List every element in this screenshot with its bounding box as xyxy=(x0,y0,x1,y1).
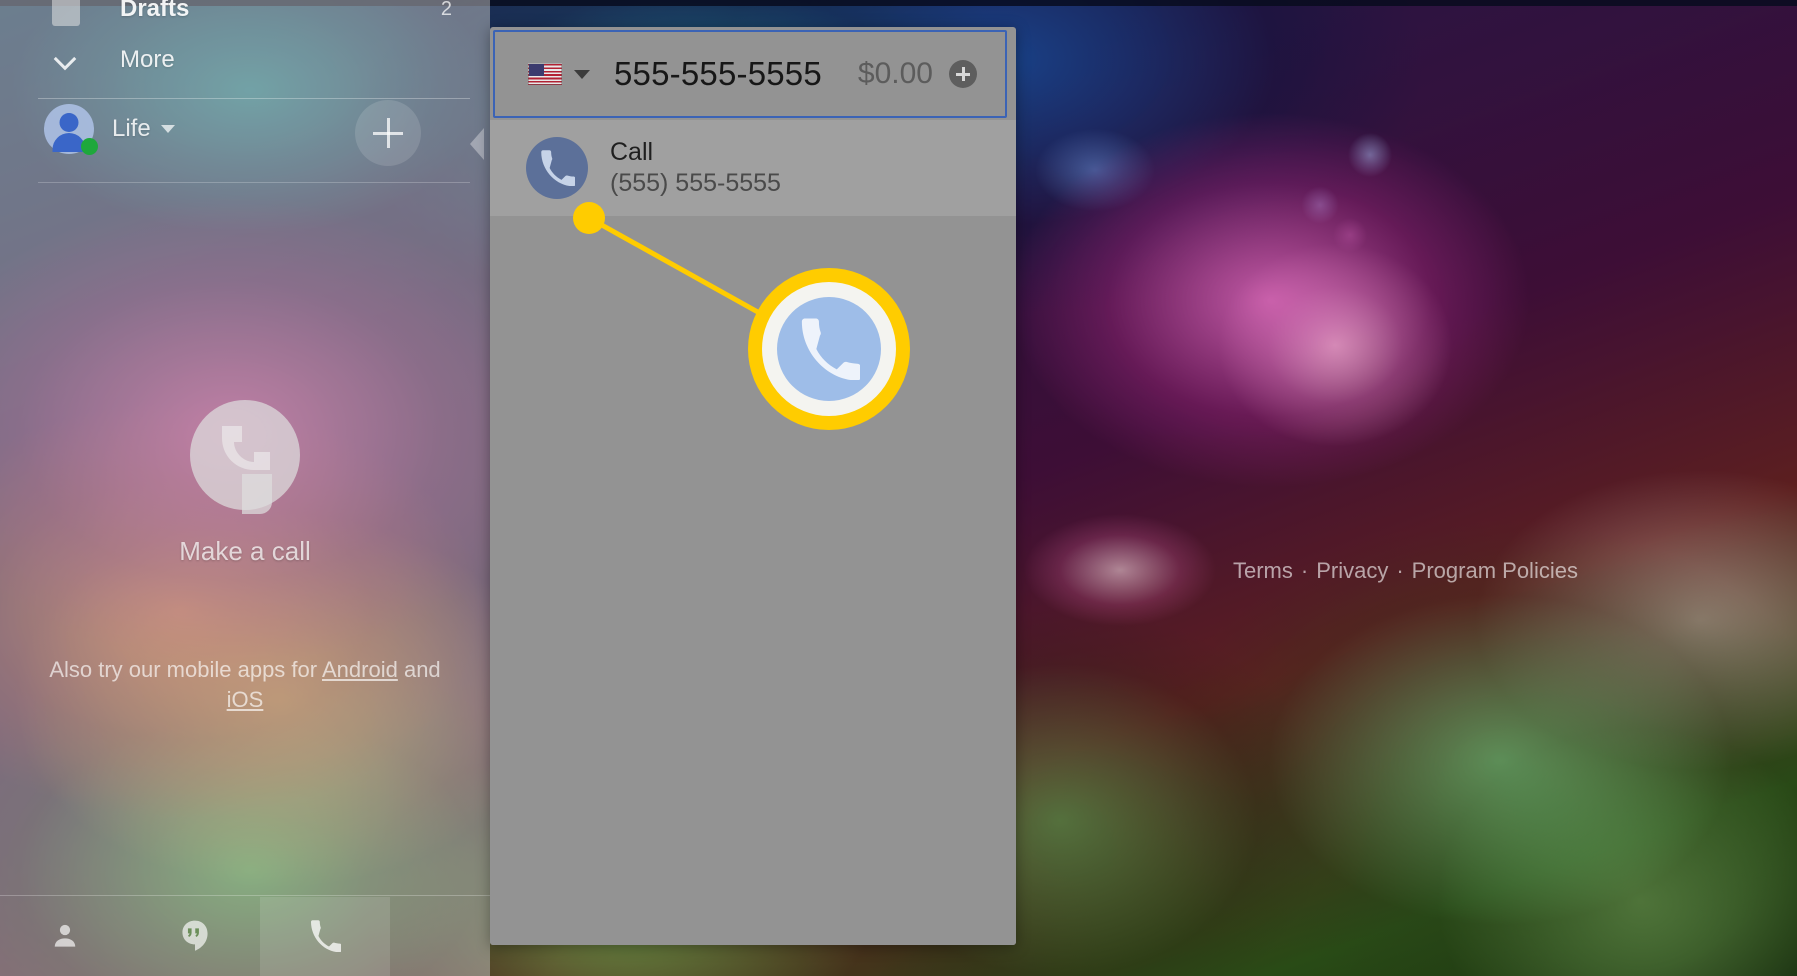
plus-icon-vertical xyxy=(386,118,390,148)
ios-link[interactable]: iOS xyxy=(227,687,264,712)
callout-blue-circle xyxy=(777,297,881,401)
account-name: Life xyxy=(112,115,151,142)
tab-conversations[interactable] xyxy=(130,897,260,976)
footer-links: Terms · Privacy · Program Policies xyxy=(1233,558,1578,584)
call-result-avatar[interactable] xyxy=(526,137,588,199)
empty-state-label: Make a call xyxy=(179,536,311,566)
us-flag-icon[interactable] xyxy=(528,63,562,85)
sidebar-item-more[interactable]: More xyxy=(0,38,490,82)
hangouts-quote-icon xyxy=(182,920,208,951)
sidebar-item-drafts[interactable]: Drafts 2 xyxy=(0,0,490,32)
phone-handset-icon xyxy=(311,920,341,952)
call-result-title: Call xyxy=(610,138,654,166)
android-link[interactable]: Android xyxy=(322,657,398,682)
avatar xyxy=(44,104,98,155)
bottom-tab-bar xyxy=(0,895,490,976)
empty-state: Make a call xyxy=(0,400,490,567)
plus-v xyxy=(961,67,965,81)
annotation-callout-magnifier xyxy=(748,268,910,430)
mobile-note-prefix: Also try our mobile apps for xyxy=(49,657,322,682)
sidebar: Drafts 2 More Life Make a call Also try … xyxy=(0,0,490,976)
mobile-note-middle: and xyxy=(397,657,441,682)
chevron-down-icon xyxy=(56,49,78,71)
person-icon xyxy=(54,924,76,947)
hangouts-phone-bubble-icon xyxy=(190,400,300,514)
caret-down-icon xyxy=(160,125,175,133)
call-result-subtitle: (555) 555-5555 xyxy=(610,169,781,197)
add-credit-plus-circle-icon[interactable] xyxy=(949,60,977,88)
phone-number-input[interactable]: 555-555-5555 xyxy=(614,55,858,93)
call-result-text: Call (555) 555-5555 xyxy=(610,137,781,199)
credit-balance: $0.00 xyxy=(857,57,933,90)
draft-box-icon xyxy=(52,0,80,26)
call-panel: 555-555-5555 $0.00 Call (555) 555-5555 xyxy=(490,27,1016,945)
phone-handset-icon xyxy=(541,150,575,186)
sidebar-divider-2 xyxy=(38,182,470,183)
presence-dot-icon xyxy=(81,138,98,155)
flag-canton xyxy=(529,64,544,76)
new-conversation-button[interactable] xyxy=(355,100,421,166)
terms-link[interactable]: Terms xyxy=(1233,558,1293,583)
phone-handset-glyph xyxy=(222,426,270,470)
country-caret-down-icon[interactable] xyxy=(574,69,590,79)
drafts-count: 2 xyxy=(440,0,452,20)
more-label: More xyxy=(120,46,175,73)
call-result-row[interactable]: Call (555) 555-5555 xyxy=(490,120,1016,216)
chevron-left-icon[interactable] xyxy=(470,128,484,160)
phone-search-box[interactable]: 555-555-5555 $0.00 xyxy=(493,30,1007,118)
program-policies-link[interactable]: Program Policies xyxy=(1412,558,1578,583)
footer-separator-2: · xyxy=(1396,558,1404,583)
mobile-apps-note: Also try our mobile apps for Android and… xyxy=(40,655,450,715)
drafts-label: Drafts xyxy=(120,0,190,22)
footer-separator-1: · xyxy=(1300,558,1309,583)
app-screen: Drafts 2 More Life Make a call Also try … xyxy=(0,0,1797,976)
tab-contacts[interactable] xyxy=(0,897,130,976)
phone-handset-icon xyxy=(801,318,860,380)
privacy-link[interactable]: Privacy xyxy=(1316,558,1388,583)
avatar-head xyxy=(59,113,79,132)
callout-white-ring xyxy=(762,282,896,416)
tab-calls[interactable] xyxy=(260,896,390,976)
sidebar-divider-1 xyxy=(38,98,470,99)
